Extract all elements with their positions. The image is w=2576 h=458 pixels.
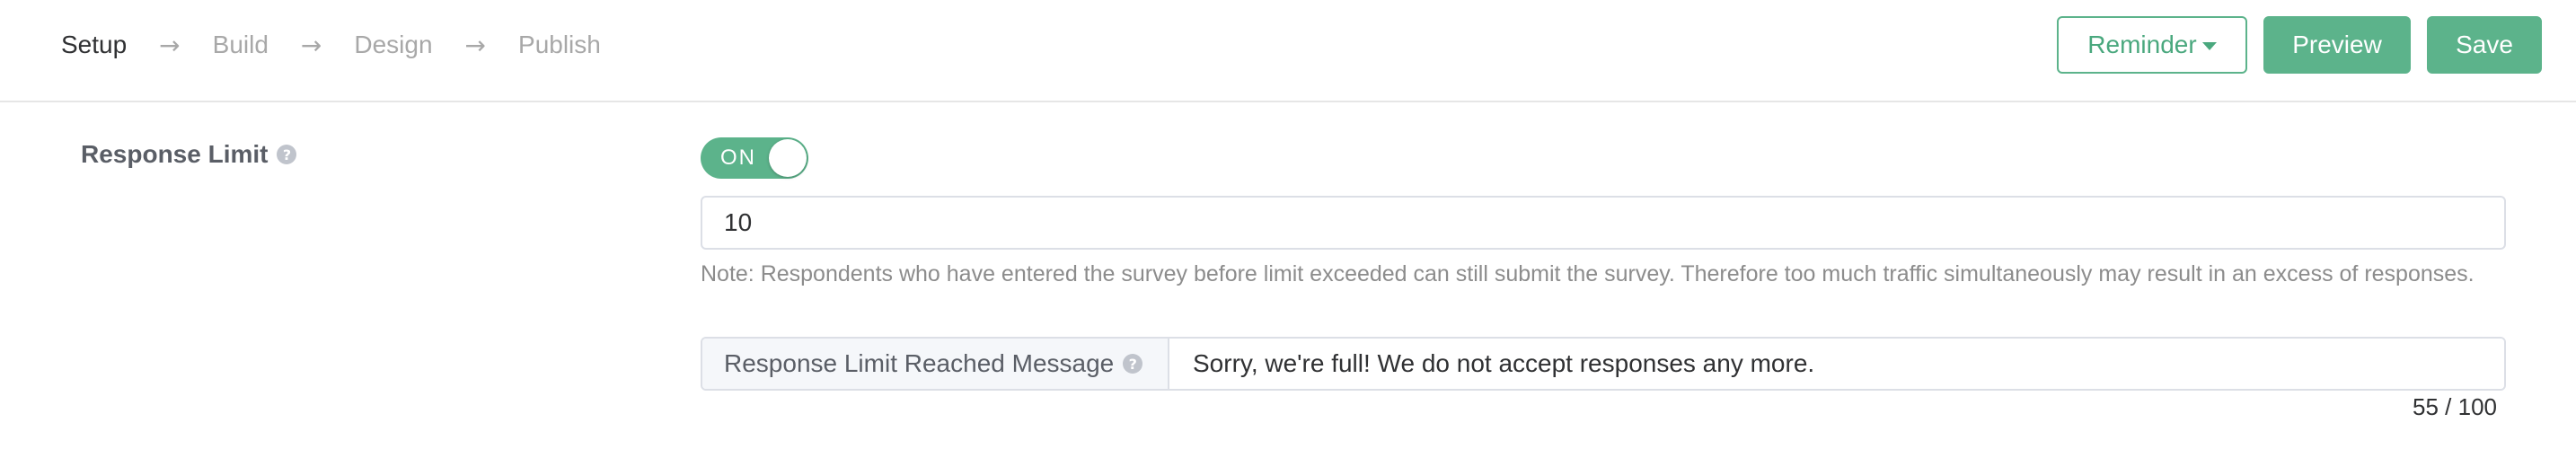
response-limit-label: Response Limit ?	[81, 140, 297, 169]
arrow-right-icon: →	[159, 30, 181, 60]
step-navigation: Setup → Build → Design → Publish	[61, 0, 601, 90]
limit-message-label: Response Limit Reached Message ?	[702, 339, 1169, 389]
toggle-state-text: ON	[720, 145, 756, 170]
response-limit-input[interactable]	[701, 196, 2506, 250]
arrow-right-icon: →	[464, 30, 487, 60]
character-counter: 55 / 100	[2413, 393, 2497, 420]
question-mark-icon[interactable]: ?	[1123, 354, 1143, 374]
limit-message-field: Response Limit Reached Message ?	[701, 337, 2506, 391]
step-publish[interactable]: Publish	[518, 31, 601, 59]
question-mark-icon[interactable]: ?	[277, 145, 297, 164]
limit-message-label-text: Response Limit Reached Message	[724, 349, 1115, 377]
response-limit-note: Note: Respondents who have entered the s…	[701, 261, 2475, 286]
arrow-right-icon: →	[300, 30, 322, 60]
reminder-label: Reminder	[2087, 31, 2197, 58]
reminder-button[interactable]: Reminder	[2057, 16, 2247, 74]
preview-button[interactable]: Preview	[2263, 16, 2411, 74]
toggle-knob	[769, 139, 807, 177]
response-limit-toggle[interactable]: ON	[701, 137, 808, 179]
top-header: Setup → Build → Design → Publish Reminde…	[0, 0, 2576, 102]
save-button[interactable]: Save	[2427, 16, 2542, 74]
caret-down-icon	[2201, 42, 2217, 50]
step-design[interactable]: Design	[354, 31, 432, 59]
response-limit-label-text: Response Limit	[81, 140, 269, 168]
step-build[interactable]: Build	[213, 31, 269, 59]
step-setup[interactable]: Setup	[61, 31, 127, 59]
limit-message-input[interactable]	[1169, 339, 2504, 389]
header-actions: Reminder Preview Save	[2057, 16, 2542, 74]
